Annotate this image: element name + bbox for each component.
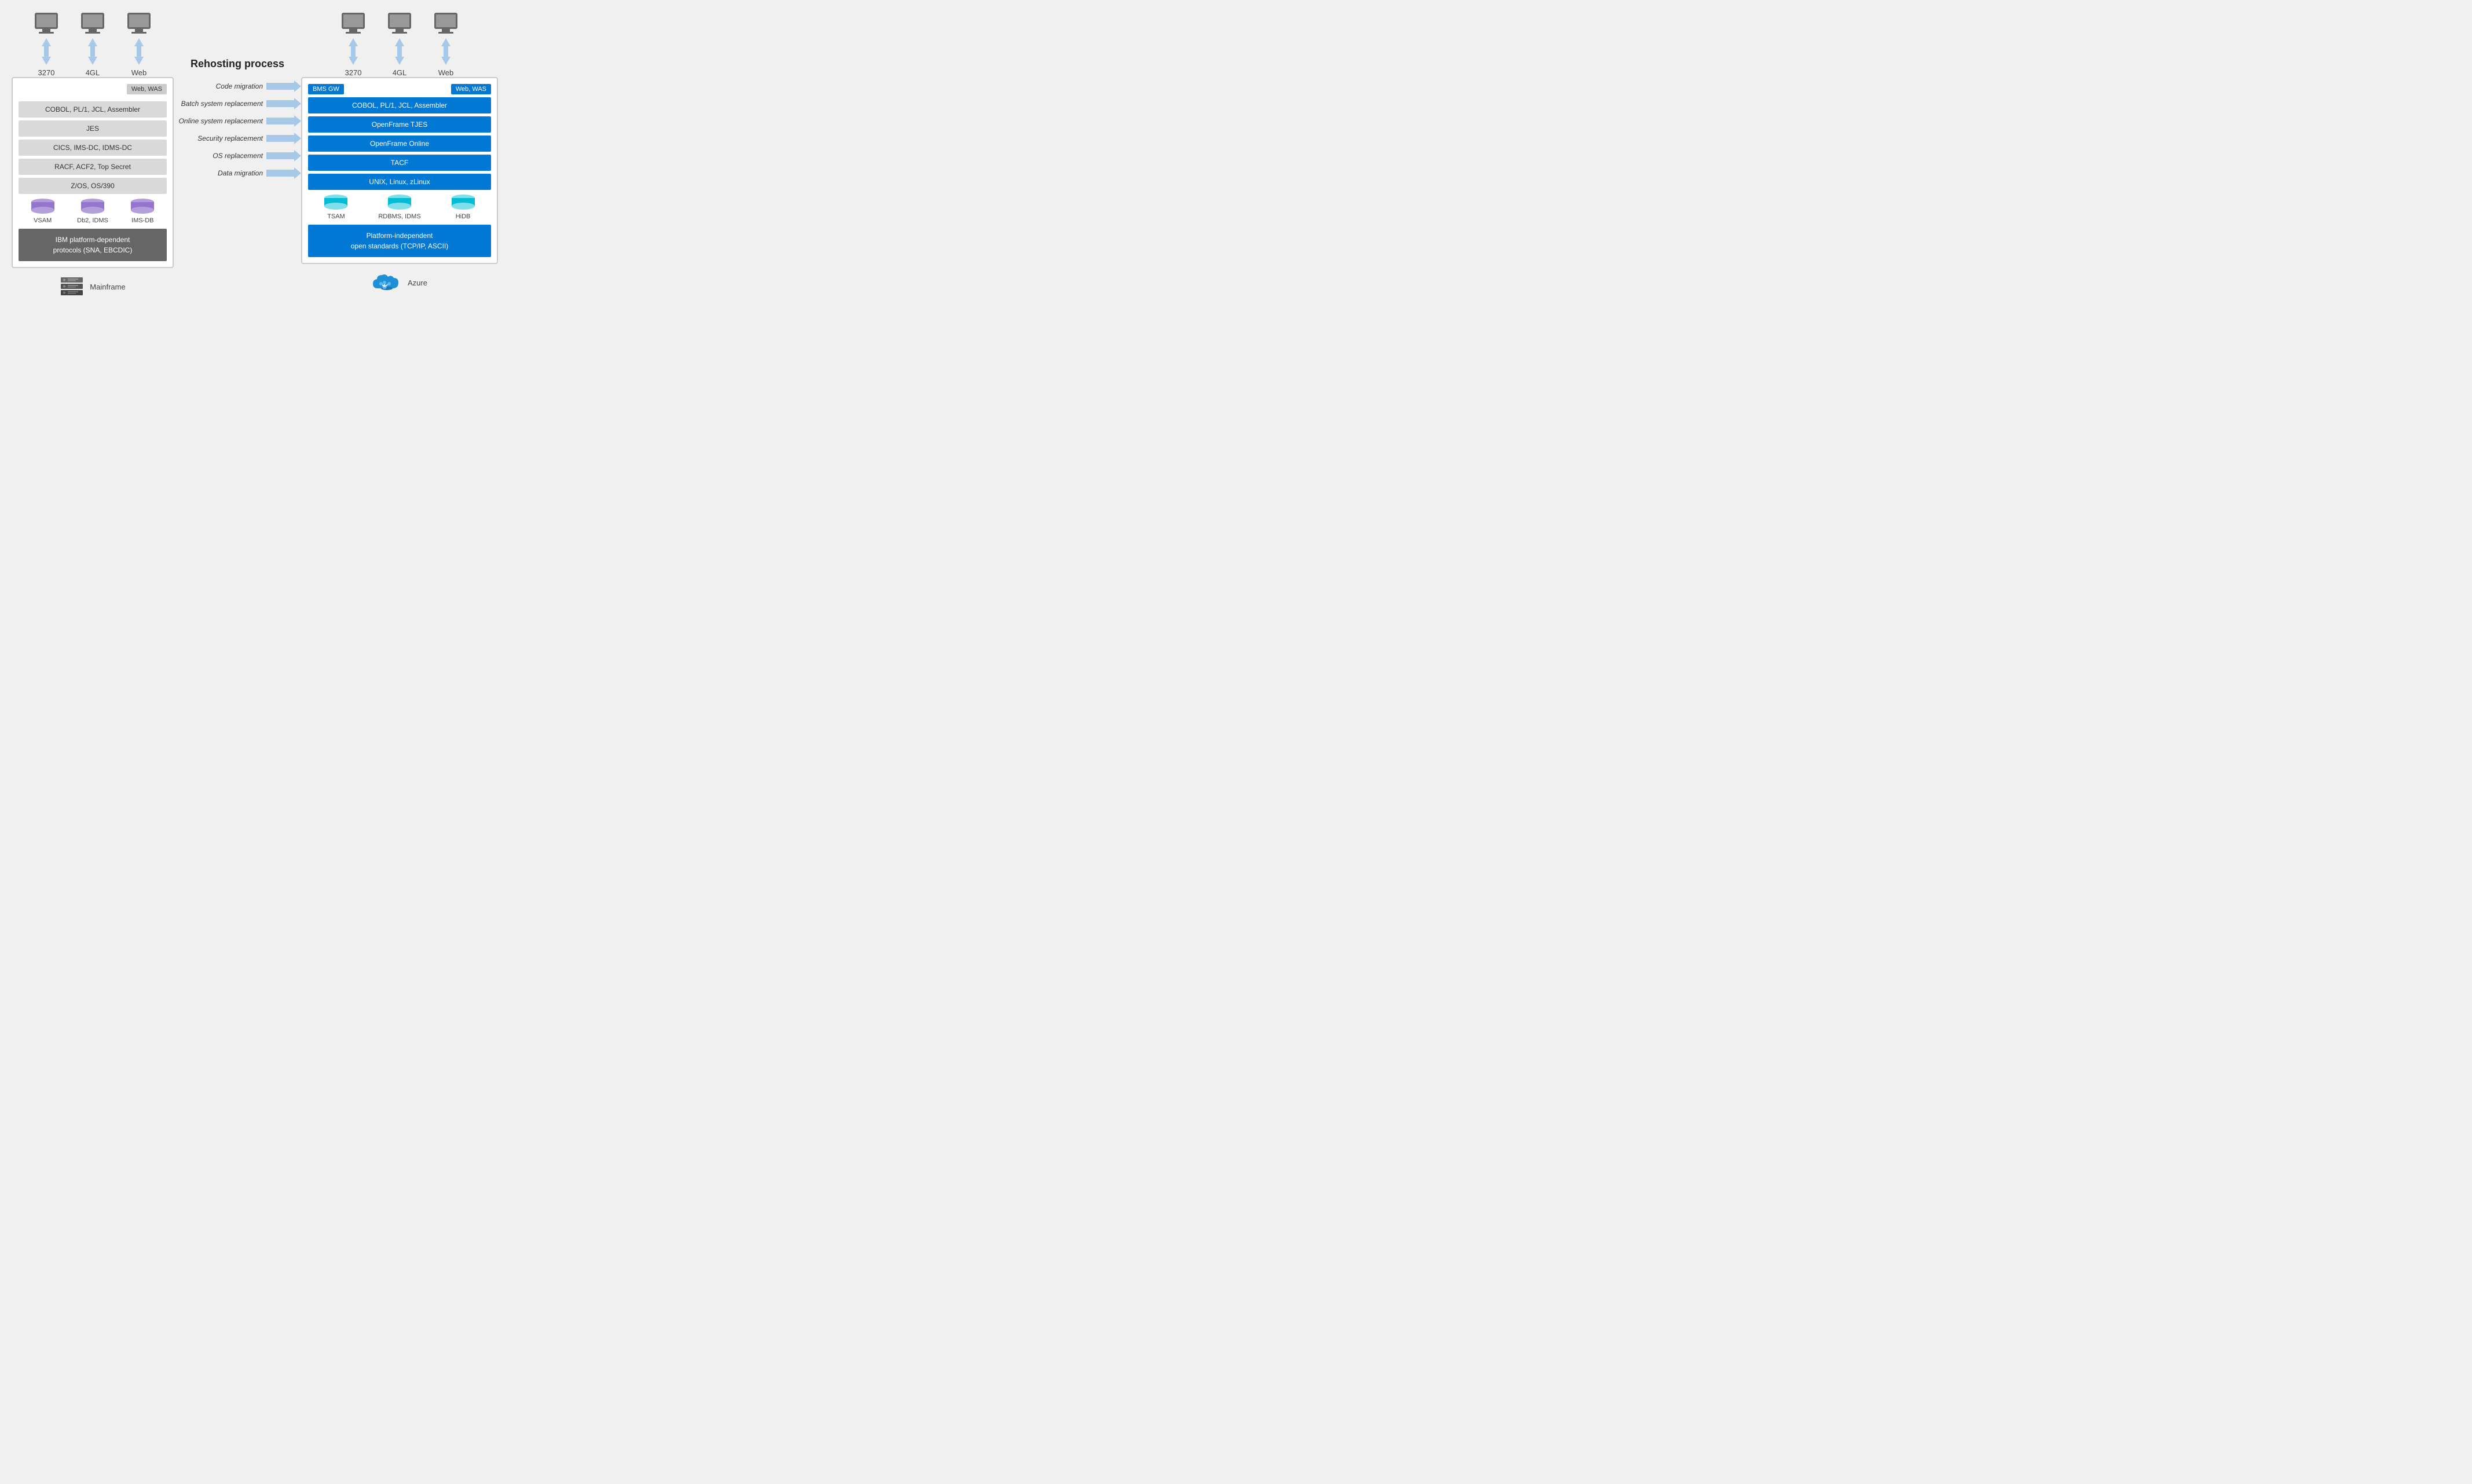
right-db-hidb: HiDB (449, 195, 477, 220)
right-db-rdbms: RDBMS, IDMS (378, 195, 420, 220)
right-bar-online: OpenFrame Online (308, 135, 491, 152)
terminal-3270-col: 3270 (32, 12, 61, 77)
step-label-0: Code migration (174, 82, 266, 90)
right-arrow-updown-3270 (345, 37, 361, 66)
step-arrow-5 (266, 166, 301, 180)
left-db-db2: Db2, IDMS (77, 199, 108, 224)
left-web-was-tag: Web, WAS (127, 84, 167, 94)
right-arrow-updown-4gl (391, 37, 408, 66)
left-db-row: VSAM Db2, IDMS IMS-DB (19, 199, 167, 224)
right-db-hidb-label: HiDB (456, 213, 471, 220)
db-icon-db2 (79, 199, 107, 215)
step-batch: Batch system replacement (174, 97, 301, 111)
step-os: OS replacement (174, 149, 301, 163)
mainframe-label: Mainframe (90, 283, 125, 291)
bms-gw-tag: BMS GW (308, 84, 344, 94)
db-icon-tsam (322, 195, 350, 211)
left-db-vsam: VSAM (29, 199, 57, 224)
terminal-4gl-col: 4GL (78, 12, 107, 77)
azure-cloud-icon (372, 272, 402, 293)
step-arrow-4 (266, 149, 301, 163)
monitor-icon-4gl (78, 12, 107, 37)
step-code-migration: Code migration (174, 79, 301, 93)
left-side: 3270 4GL (12, 12, 174, 297)
step-label-2: Online system replacement (174, 117, 266, 125)
step-label-1: Batch system replacement (174, 100, 266, 108)
monitor-icon-3270 (32, 12, 61, 37)
db-icon-hidb (449, 195, 477, 211)
step-label-4: OS replacement (174, 152, 266, 160)
right-bar-unix: UNIX, Linux, zLinux (308, 174, 491, 190)
step-security: Security replacement (174, 131, 301, 145)
left-ibm-box: IBM platform-dependent protocols (SNA, E… (19, 229, 167, 261)
right-db-tsam-label: TSAM (327, 213, 345, 220)
middle-col: Rehosting process Code migration Batch s… (174, 12, 301, 184)
right-platform-box: Platform-independent open standards (TCP… (308, 225, 491, 257)
arrow-updown-web (131, 37, 147, 66)
step-data: Data migration (174, 166, 301, 180)
right-db-tsam: TSAM (322, 195, 350, 220)
right-arrow-updown-web (438, 37, 454, 66)
left-db-imsdb: IMS-DB (129, 199, 156, 224)
right-system-box: BMS GW Web, WAS COBOL, PL/1, JCL, Assemb… (301, 77, 498, 264)
terminal-label-3270: 3270 (38, 68, 55, 77)
right-db-rdbms-label: RDBMS, IDMS (378, 213, 420, 220)
left-terminals-row: 3270 4GL (12, 12, 174, 77)
arrow-updown-3270 (38, 37, 54, 66)
terminal-web-col: Web (124, 12, 153, 77)
right-side: 3270 4GL (301, 12, 498, 293)
step-arrow-1 (266, 97, 301, 111)
db-icon-imsdb (129, 199, 156, 215)
right-bottom: Azure (372, 272, 427, 293)
step-label-3: Security replacement (174, 134, 266, 142)
arrow-updown-4gl (85, 37, 101, 66)
db-icon-vsam (29, 199, 57, 215)
process-title: Rehosting process (191, 58, 284, 70)
right-terminals-row: 3270 4GL (301, 12, 498, 77)
right-bar-tacf: TACF (308, 155, 491, 171)
right-monitor-icon-4gl (385, 12, 414, 37)
right-terminal-label-4gl: 4GL (393, 68, 407, 77)
left-system-box: Web, WAS COBOL, PL/1, JCL, Assembler JES… (12, 77, 174, 268)
process-steps: Code migration Batch system replacement … (174, 79, 301, 184)
left-bar-cobol: COBOL, PL/1, JCL, Assembler (19, 101, 167, 118)
left-bar-racf: RACF, ACF2, Top Secret (19, 159, 167, 175)
left-db-imsdb-label: IMS-DB (131, 217, 154, 224)
right-terminal-label-web: Web (438, 68, 454, 77)
left-db-db2-label: Db2, IDMS (77, 217, 108, 224)
right-top-row: BMS GW Web, WAS (308, 84, 491, 94)
right-terminal-3270-col: 3270 (339, 12, 368, 77)
azure-label: Azure (408, 279, 427, 287)
right-terminal-label-3270: 3270 (345, 68, 362, 77)
right-terminal-web-col: Web (431, 12, 460, 77)
right-monitor-icon-web (431, 12, 460, 37)
left-bar-cics: CICS, IMS-DC, IDMS-DC (19, 140, 167, 156)
right-monitor-icon-3270 (339, 12, 368, 37)
left-bottom: Mainframe (60, 276, 125, 297)
right-web-was-tag: Web, WAS (451, 84, 491, 94)
right-db-row: TSAM RDBMS, IDMS HiDB (308, 195, 491, 220)
step-arrow-2 (266, 114, 301, 128)
terminal-label-web: Web (131, 68, 147, 77)
step-arrow-0 (266, 79, 301, 93)
step-label-5: Data migration (174, 169, 266, 177)
left-db-vsam-label: VSAM (34, 217, 52, 224)
main-container: 3270 4GL (12, 12, 606, 297)
right-terminal-4gl-col: 4GL (385, 12, 414, 77)
db-icon-rdbms (386, 195, 413, 211)
mainframe-icon (60, 276, 84, 297)
terminal-label-4gl: 4GL (86, 68, 100, 77)
monitor-icon-web (124, 12, 153, 37)
right-bar-cobol: COBOL, PL/1, JCL, Assembler (308, 97, 491, 113)
right-bar-tjes: OpenFrame TJES (308, 116, 491, 133)
left-bar-jes: JES (19, 120, 167, 137)
step-online: Online system replacement (174, 114, 301, 128)
left-bar-zos: Z/OS, OS/390 (19, 178, 167, 194)
step-arrow-3 (266, 131, 301, 145)
